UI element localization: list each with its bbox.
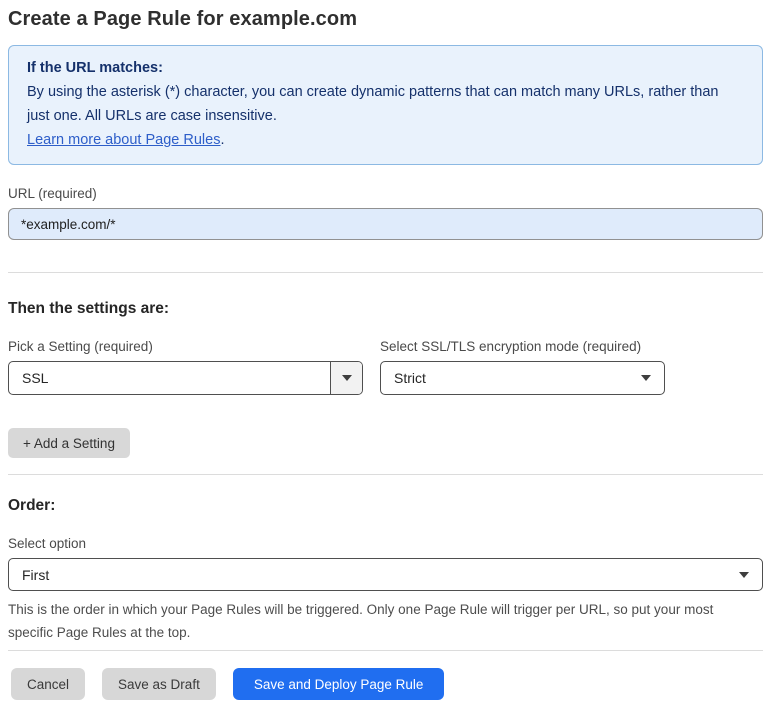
pick-setting-select[interactable]: SSL (8, 361, 363, 395)
url-match-info-box: If the URL matches: By using the asteris… (8, 45, 763, 165)
encryption-mode-label: Select SSL/TLS encryption mode (required… (380, 339, 642, 354)
order-section-heading: Order: (8, 497, 56, 514)
url-input[interactable] (8, 208, 763, 240)
order-select-value: First (22, 566, 50, 583)
caret-down-icon (641, 375, 651, 381)
page-title: Create a Page Rule for example.com (8, 8, 358, 30)
dropdown-arrow (641, 375, 664, 381)
settings-section-heading: Then the settings are: (8, 300, 170, 317)
cancel-button[interactable]: Cancel (11, 668, 86, 700)
order-select-label: Select option (8, 536, 87, 551)
save-and-deploy-button[interactable]: Save and Deploy Page Rule (232, 668, 445, 700)
divider (8, 650, 763, 651)
caret-down-icon (739, 571, 749, 578)
encryption-mode-field: Select SSL/TLS encryption mode (required… (380, 318, 665, 395)
footer-actions: Cancel Save as Draft Save and Deploy Pag… (8, 668, 763, 700)
encryption-mode-value: Strict (394, 370, 426, 386)
dropdown-arrow (739, 571, 762, 578)
info-box-heading: If the URL matches: (27, 60, 163, 76)
info-box-link-line: Learn more about Page Rules. (27, 128, 744, 152)
pick-setting-label: Pick a Setting (required) (8, 339, 153, 354)
learn-more-link[interactable]: Learn more about Page Rules (27, 132, 220, 148)
save-as-draft-button[interactable]: Save as Draft (102, 668, 216, 700)
info-box-body: By using the asterisk (*) character, you… (27, 84, 719, 124)
pick-setting-value: SSL (22, 370, 49, 386)
divider (8, 272, 763, 273)
order-select[interactable]: First (8, 558, 763, 591)
encryption-mode-select[interactable]: Strict (380, 361, 665, 395)
link-suffix: . (220, 132, 225, 148)
order-help-text: This is the order in which your Page Rul… (8, 602, 714, 640)
pick-setting-field: Pick a Setting (required) SSL (8, 318, 363, 395)
settings-row: Pick a Setting (required) SSL Select SSL… (8, 318, 763, 395)
dropdown-arrow-segment (330, 362, 362, 394)
add-setting-button[interactable]: + Add a Setting (8, 428, 130, 458)
divider (8, 474, 763, 475)
page-rule-form: Create a Page Rule for example.com If th… (0, 0, 772, 700)
url-field-label: URL (required) (8, 186, 97, 201)
caret-down-icon (341, 375, 352, 381)
